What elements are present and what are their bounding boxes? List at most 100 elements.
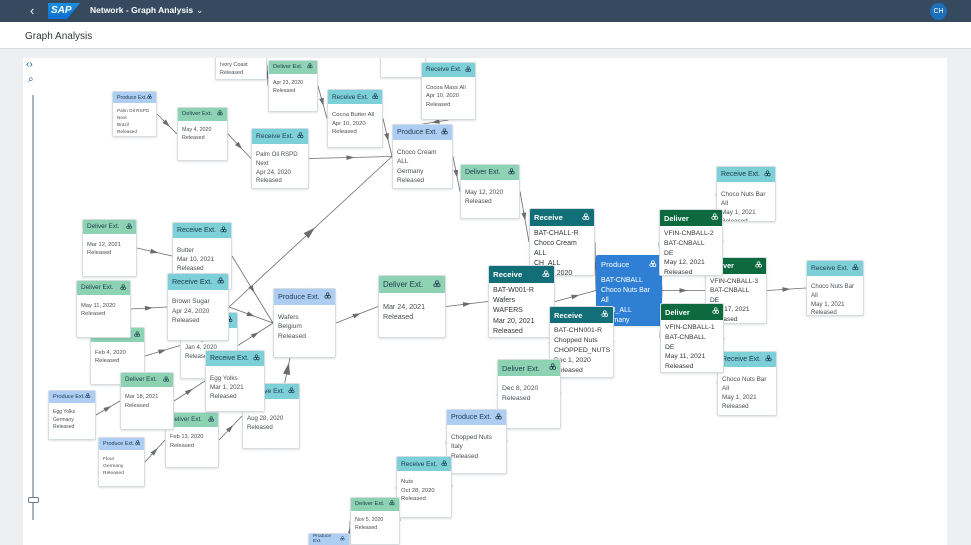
network-icon[interactable] [508, 168, 515, 177]
network-icon[interactable] [119, 284, 126, 292]
node-details: Nuts Oct 28, 2020 Released [397, 471, 451, 507]
network-icon[interactable] [297, 132, 304, 141]
network-icon[interactable] [542, 269, 550, 280]
node-detail-line: Released [493, 327, 523, 335]
network-icon[interactable] [548, 363, 556, 372]
network-icon[interactable] [288, 387, 295, 396]
chevron-left-right-icon[interactable]: ‹› [26, 59, 33, 70]
network-icon[interactable] [217, 277, 224, 286]
network-icon[interactable] [389, 500, 395, 508]
network-icon[interactable] [217, 110, 223, 118]
node-detail-line: May 11, 2020 [81, 302, 116, 309]
graph-node-produce-ext[interactable]: Produce Ext. Flour Germany Released [98, 437, 145, 487]
network-icon[interactable] [764, 170, 771, 179]
network-icon[interactable] [755, 261, 762, 270]
network-icon[interactable] [147, 94, 152, 101]
node-type-label: Receive Ext. [722, 356, 761, 364]
network-icon[interactable] [371, 93, 378, 101]
network-icon[interactable] [220, 226, 227, 235]
graph-node-produce-ext[interactable]: Released [380, 58, 426, 78]
network-icon[interactable] [852, 264, 859, 273]
network-icon[interactable] [208, 416, 214, 424]
node-header: Deliver Ext. [83, 220, 136, 234]
edge-arrow-icon [346, 155, 355, 160]
search-icon[interactable]: ⌕ [28, 74, 34, 85]
graph-node-produce-ext[interactable]: Produce Ext. Wafers Belgium Released [273, 288, 336, 358]
graph-node-produce-ext[interactable]: Produce Ext. Palm Oil RSPD Next Brazil Rele… [112, 91, 157, 137]
network-icon[interactable] [765, 355, 772, 364]
graph-node-deliver-ext[interactable]: Deliver Ext. Mar 24, 2021 Released [378, 275, 446, 338]
edge-arrow-icon [103, 405, 112, 413]
node-detail-line: Released [401, 496, 426, 503]
node-detail-line: WAFERS [493, 307, 523, 315]
node-detail-line: Chopped Nuts [451, 434, 492, 442]
node-details: Palm Oil RSPD Next Brazil Released [113, 103, 156, 136]
graph-node-receive-ext[interactable]: Receive Ext. Choco Nuts Bar All May 1, 202… [717, 351, 777, 416]
graph-node-produce-ext[interactable]: Produce Ext. [308, 533, 350, 545]
node-detail-line: Released [554, 367, 583, 375]
node-details: Feb 13, 2020 Released [166, 427, 218, 453]
avatar[interactable]: CH [930, 3, 947, 20]
graph-node-receive-ext[interactable]: Receive Ext. Brown Sugar Apr 24, 2020 Relea… [167, 273, 229, 341]
node-detail-line: Choco Cream ALL [397, 149, 437, 166]
network-icon[interactable] [711, 307, 719, 316]
node-detail-line: Palm Oil RSPD Next [256, 150, 298, 167]
graph-node-deliver-ext[interactable]: Deliver Ext. Nov 5, 2020 Released [350, 497, 400, 545]
node-details: VFIN-CNBALL-2 BAT-CNBALL DE May 12, 2021 Rel… [660, 226, 722, 275]
graph-node-receive-ext[interactable]: Receive Ext. Choco Nuts Bar All May 1, 202… [716, 166, 776, 222]
node-header: Deliver Ext. [461, 165, 519, 181]
network-icon[interactable] [495, 413, 502, 422]
network-icon[interactable] [125, 223, 132, 231]
node-details: Choco Nuts Bar All May 1, 2021 Released [807, 276, 863, 315]
node-type-label: Deliver Ext. [182, 111, 213, 118]
graph-node-receive-ext[interactable]: Receive Ext. Cocoa Mass All Apr 10, 2020 Re… [421, 62, 476, 120]
node-detail-line: Egg Yolks [53, 409, 76, 416]
network-icon[interactable] [582, 212, 590, 223]
graph-node-receive[interactable]: Receive BAT-W001-R Wafers WAFERS Mar 20, 202… [488, 265, 555, 338]
graph-node-receive-ext[interactable]: Receive Ext. Cocoa Butter All Apr 10, 2020… [327, 89, 383, 148]
network-icon[interactable] [85, 393, 91, 401]
network-icon[interactable] [433, 280, 441, 290]
network-icon[interactable] [601, 310, 609, 320]
network-icon[interactable] [253, 354, 260, 363]
network-icon[interactable] [163, 376, 169, 384]
graph-node-produce-ext[interactable]: Produce Ext. Choco Cream ALL Germany Releas… [392, 124, 453, 189]
back-icon[interactable]: ‹ [30, 3, 34, 18]
node-detail-line: May 12, 2020 [465, 188, 504, 196]
node-details: Wafers Belgium Released [274, 305, 335, 345]
zoom-slider[interactable] [32, 95, 34, 520]
graph-node-deliver-ext[interactable]: Deliver Ext. May 12, 2020 Released [460, 164, 520, 219]
network-icon[interactable] [441, 128, 448, 137]
sap-logo[interactable]: SAP [48, 3, 80, 19]
graph-node-deliver-ext[interactable]: Deliver Ext. Mar 12, 2021 Released [82, 219, 137, 277]
graph-node-produce-ext[interactable]: Produce Ext. Egg Yolks Germany Released [48, 390, 96, 440]
node-type-label: Receive Ext. [177, 227, 216, 235]
graph-node-produce-ext[interactable]: Cocoa Butter AllIvory CoastReleased [215, 58, 267, 80]
app-title-menu[interactable]: Network - Graph Analysis ⌄ [90, 5, 203, 16]
graph-node-produce-ext[interactable]: Produce Ext. Chopped Nuts Italy Released [446, 409, 507, 474]
graph-node-deliver-ext[interactable]: Deliver Ext. Mar 18, 2021 Released [120, 372, 174, 430]
network-icon[interactable] [324, 292, 331, 301]
graph-toolbar: ‹› ⌕ [23, 58, 47, 545]
graph-node-deliver[interactable]: Deliver VFIN-CNBALL-1 BAT-CNBALL DE May 11, … [660, 303, 724, 373]
network-icon[interactable] [307, 63, 313, 71]
node-detail-line: Apr 10, 2020 [332, 120, 366, 127]
network-icon[interactable] [134, 440, 140, 447]
graph-node-receive-ext[interactable]: Receive Ext. Choco Nuts Bar All May 1, 202… [806, 260, 864, 316]
network-icon[interactable] [133, 331, 140, 339]
graph-node-receive-ext[interactable]: Receive Ext. Egg Yolks Mar 1, 2021 Released [205, 350, 265, 412]
network-icon[interactable] [464, 66, 471, 74]
graph-node-deliver[interactable]: Deliver VFIN-CNBALL-2 BAT-CNBALL DE May 12, … [659, 209, 723, 276]
network-icon[interactable] [340, 536, 345, 543]
network-icon[interactable] [710, 213, 718, 222]
node-detail-line: May 1, 2021 [722, 394, 757, 402]
graph-node-deliver-ext[interactable]: Deliver Ext. May 4, 2020 Released [177, 107, 228, 161]
network-icon[interactable] [440, 460, 447, 468]
graph-node-deliver-ext[interactable]: Deliver Ext. Apr 23, 2020 Released [268, 60, 318, 112]
network-icon[interactable] [649, 259, 657, 270]
graph-node-receive-ext[interactable]: Receive Ext. Palm Oil RSPD Next Apr 24, 20… [251, 128, 309, 189]
zoom-slider-handle[interactable] [28, 497, 39, 503]
graph-canvas[interactable]: Released Cocoa Butter AllIvory CoastRelea… [23, 58, 947, 545]
graph-node-receive-ext[interactable]: Receive Ext. Nuts Oct 28, 2020 Released [396, 456, 452, 518]
graph-node-deliver-ext[interactable]: Deliver Ext. May 11, 2020 Released [76, 280, 131, 338]
